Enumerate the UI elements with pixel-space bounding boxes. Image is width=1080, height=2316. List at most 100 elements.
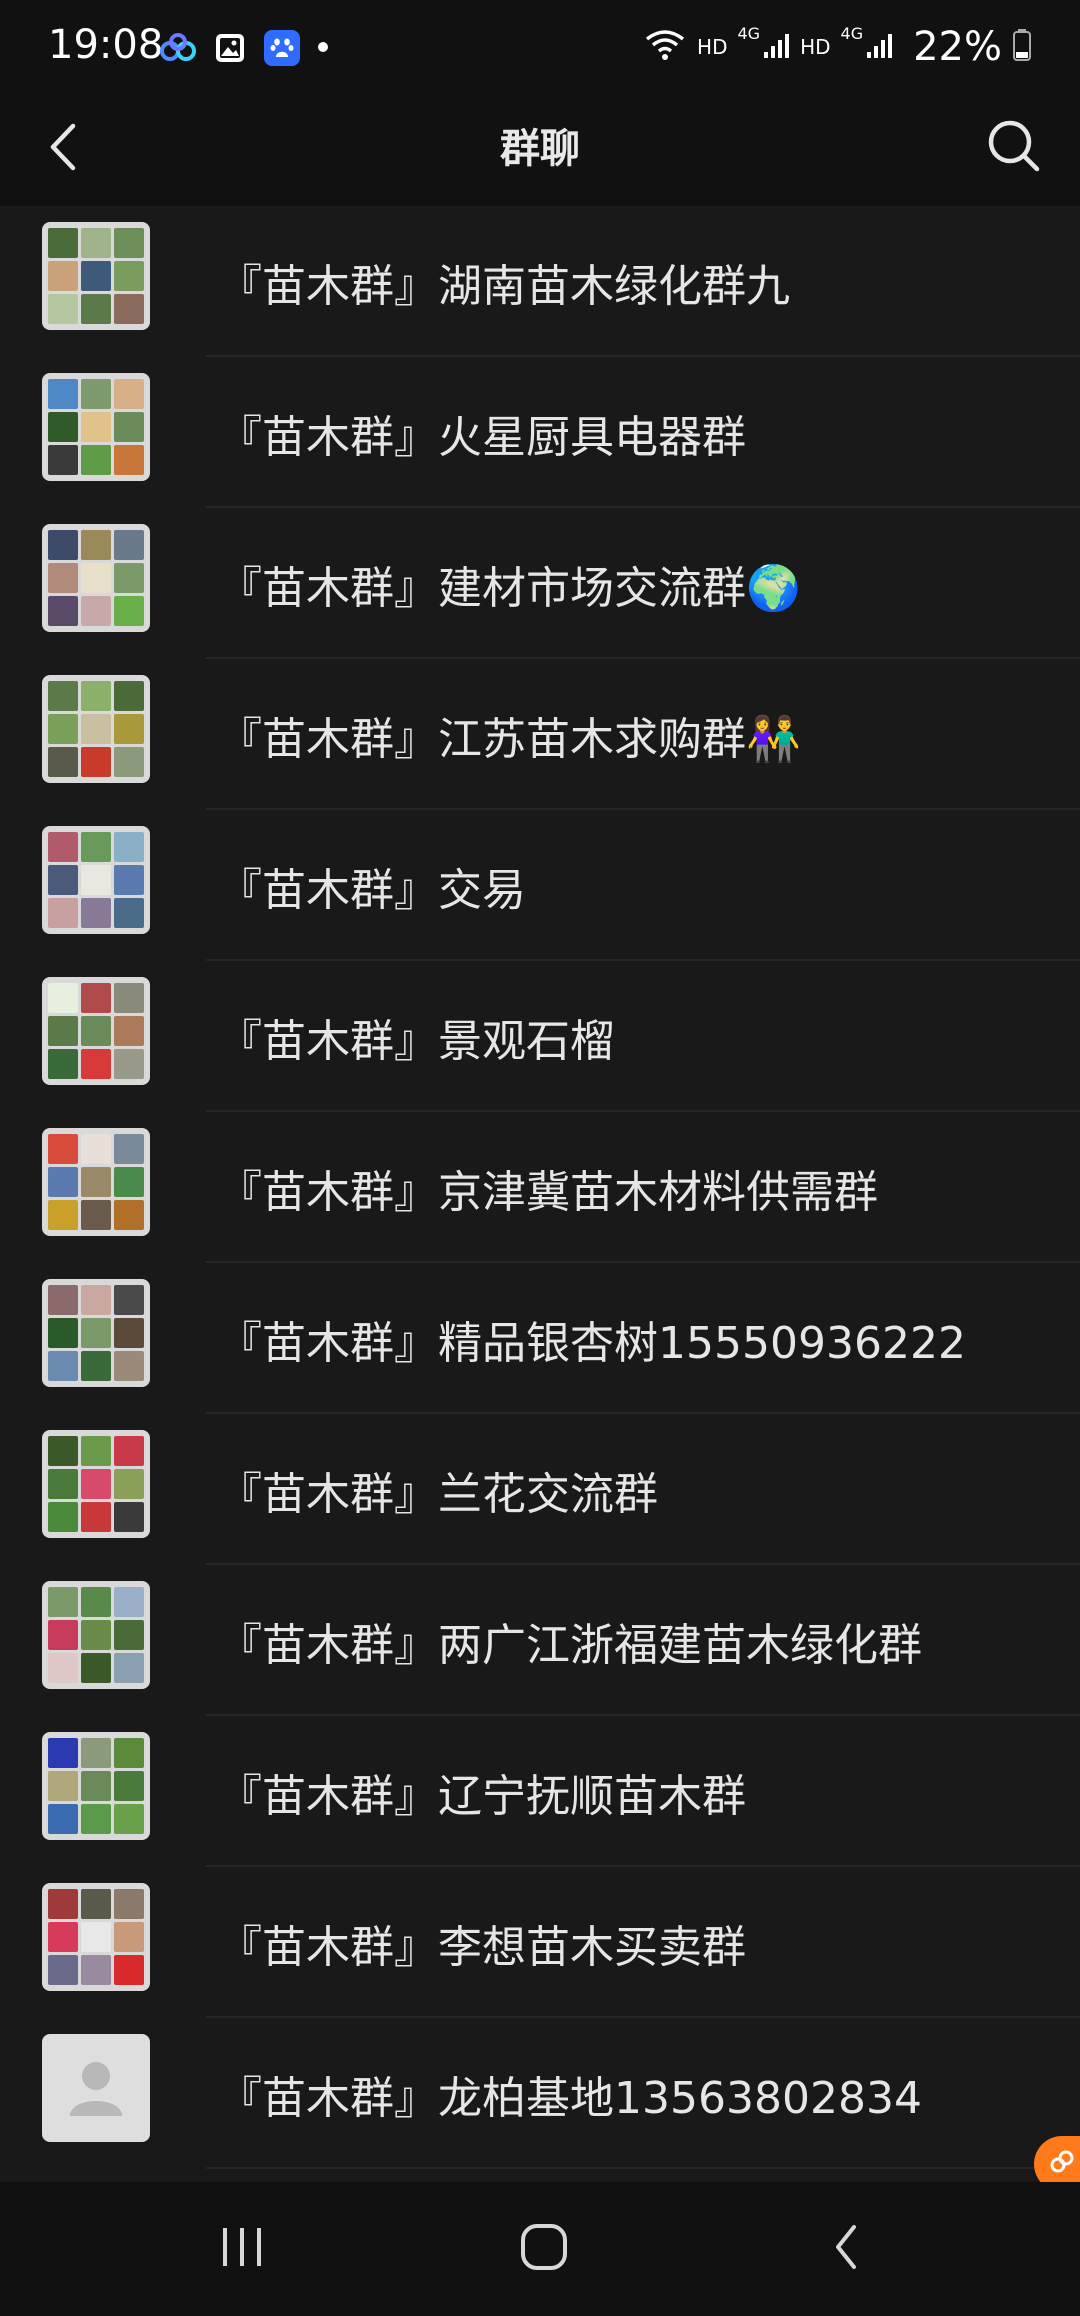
avatar-tile <box>48 1653 78 1683</box>
link-icon <box>1047 2147 1077 2181</box>
nav-back-button[interactable] <box>796 2204 896 2294</box>
avatar-tile <box>114 412 144 442</box>
group-name: 『苗木群』京津冀苗木材料供需群 <box>218 1167 878 1218</box>
avatar-tile <box>114 530 144 560</box>
group-name: 『苗木群』龙柏基地13563802834 <box>218 2073 922 2124</box>
recent-apps-button[interactable] <box>192 2204 292 2294</box>
avatar-tile <box>114 865 144 895</box>
avatar-tile <box>48 563 78 593</box>
avatar-tile <box>114 1653 144 1683</box>
group-name: 『苗木群』江苏苗木求购群👫 <box>218 714 801 765</box>
group-list-item[interactable]: 『苗木群』兰花交流群 <box>0 1414 1080 1565</box>
avatar-tile <box>81 1502 111 1532</box>
avatar-tile <box>114 228 144 258</box>
avatar-tile <box>48 412 78 442</box>
avatar-tile <box>81 1167 111 1197</box>
avatar-tile <box>81 1436 111 1466</box>
group-name: 『苗木群』兰花交流群 <box>218 1469 658 1520</box>
group-list-item[interactable]: 『苗木群』景观石榴 <box>0 961 1080 1112</box>
search-button[interactable] <box>976 110 1052 186</box>
avatar-tile <box>114 681 144 711</box>
avatar-tile <box>114 1502 144 1532</box>
group-list-item[interactable]: 『苗木群』江苏苗木求购群👫 <box>0 659 1080 810</box>
home-icon <box>518 2221 570 2277</box>
avatar-tile <box>81 1889 111 1919</box>
avatar-tile <box>114 261 144 291</box>
avatar-tile <box>81 865 111 895</box>
group-list-item[interactable]: 『苗木群』京津冀苗木材料供需群 <box>0 1112 1080 1263</box>
status-time: 19:08 <box>48 22 164 68</box>
avatar-tile <box>81 261 111 291</box>
avatar-tile <box>48 983 78 1013</box>
home-button[interactable] <box>494 2204 594 2294</box>
avatar-tile <box>81 1922 111 1952</box>
avatar-tile <box>48 1318 78 1348</box>
avatar-tile <box>48 261 78 291</box>
signal-icon <box>865 30 893 65</box>
group-avatar <box>42 524 150 632</box>
avatar-tile <box>114 1771 144 1801</box>
avatar-tile <box>81 1469 111 1499</box>
group-list-item[interactable]: 『苗木群』火星厨具电器群 <box>0 357 1080 508</box>
avatar-tile <box>48 1922 78 1952</box>
group-list-item[interactable]: 『苗木群』精品银杏树15550936222 <box>0 1263 1080 1414</box>
avatar-tile <box>48 1436 78 1466</box>
group-list-item[interactable]: 『苗木群』湖南苗木绿化群九 <box>0 206 1080 357</box>
group-list-item[interactable]: 『苗木群』李想苗木买卖群 <box>0 1867 1080 2018</box>
group-avatar <box>42 1430 150 1538</box>
avatar-tile <box>114 596 144 626</box>
avatar-tile <box>81 1620 111 1650</box>
search-icon <box>986 118 1042 178</box>
avatar-tile <box>81 228 111 258</box>
avatar-tile <box>48 898 78 928</box>
avatar-tile <box>114 1436 144 1466</box>
network-hd-1: HD <box>697 35 728 59</box>
group-avatar <box>42 222 150 330</box>
avatar-tile <box>81 898 111 928</box>
group-name: 『苗木群』精品银杏树15550936222 <box>218 1318 966 1369</box>
avatar-tile <box>114 1167 144 1197</box>
navigation-bar <box>0 2182 1080 2316</box>
avatar-tile <box>81 983 111 1013</box>
avatar-tile <box>81 1587 111 1617</box>
group-list-item[interactable]: 『苗木群』辽宁抚顺苗木群 <box>0 1716 1080 1867</box>
group-list-item[interactable]: 『苗木群』龙柏基地13563802834 <box>0 2018 1080 2169</box>
recent-apps-icon <box>217 2224 267 2274</box>
avatar-tile <box>114 445 144 475</box>
avatar-tile <box>48 747 78 777</box>
signal-label-2: 4G <box>840 24 864 43</box>
avatar-tile <box>48 1771 78 1801</box>
avatar-tile <box>81 1049 111 1079</box>
status-app-icons <box>160 30 330 66</box>
group-name: 『苗木群』李想苗木买卖群 <box>218 1922 746 1973</box>
group-list[interactable]: 『苗木群』湖南苗木绿化群九『苗木群』火星厨具电器群『苗木群』建材市场交流群🌍 『苗… <box>0 206 1080 2182</box>
group-name: 『苗木群』火星厨具电器群 <box>218 412 746 463</box>
chevron-left-icon <box>828 2221 864 2277</box>
avatar-tile <box>81 681 111 711</box>
avatar-tile <box>81 563 111 593</box>
avatar-tile <box>81 596 111 626</box>
avatar-tile <box>48 294 78 324</box>
avatar-tile <box>114 563 144 593</box>
avatar-tile <box>114 1587 144 1617</box>
avatar-tile <box>48 1889 78 1919</box>
avatar-tile <box>48 681 78 711</box>
avatar-tile <box>48 1955 78 1985</box>
group-name: 『苗木群』辽宁抚顺苗木群 <box>218 1771 746 1822</box>
avatar-tile <box>81 714 111 744</box>
group-list-item[interactable]: 『苗木群』建材市场交流群🌍 <box>0 508 1080 659</box>
default-avatar <box>42 2034 150 2142</box>
wifi-icon <box>643 27 687 68</box>
group-list-item[interactable]: 『苗木群』两广江浙福建苗木绿化群 <box>0 1565 1080 1716</box>
avatar-tile <box>114 1351 144 1381</box>
avatar-tile <box>81 1134 111 1164</box>
avatar-tile <box>114 1620 144 1650</box>
group-avatar <box>42 1128 150 1236</box>
avatar-tile <box>81 1771 111 1801</box>
avatar-tile <box>81 412 111 442</box>
avatar-tile <box>48 1200 78 1230</box>
group-list-item[interactable]: 『苗木群』交易 <box>0 810 1080 961</box>
avatar-tile <box>114 1922 144 1952</box>
avatar-tile <box>114 1016 144 1046</box>
avatar-tile <box>81 747 111 777</box>
